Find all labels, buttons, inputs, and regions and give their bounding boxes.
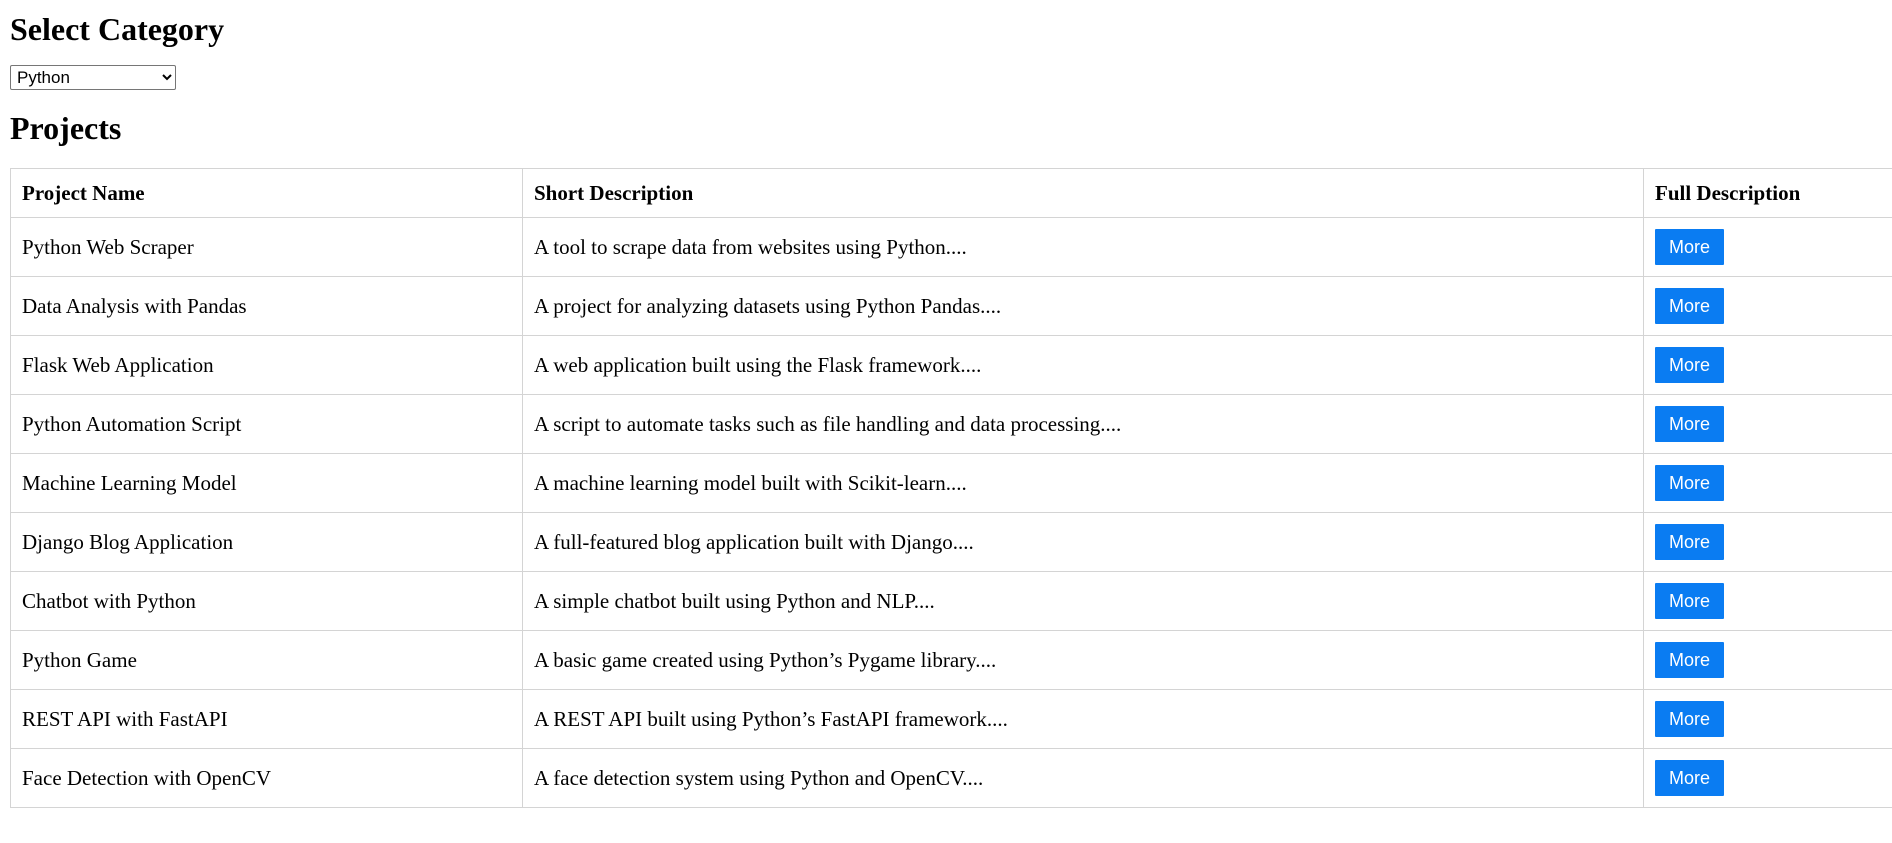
more-button[interactable]: More bbox=[1655, 642, 1724, 678]
column-header-full-description: Full Description bbox=[1643, 168, 1892, 218]
column-header-short-description: Short Description bbox=[522, 168, 1644, 218]
short-description-cell: A machine learning model built with Scik… bbox=[522, 453, 1644, 513]
project-name-cell: Python Web Scraper bbox=[10, 217, 523, 277]
more-button[interactable]: More bbox=[1655, 347, 1724, 383]
more-button[interactable]: More bbox=[1655, 465, 1724, 501]
short-description-cell: A basic game created using Python’s Pyga… bbox=[522, 630, 1644, 690]
full-description-cell: More bbox=[1643, 335, 1892, 395]
more-button[interactable]: More bbox=[1655, 583, 1724, 619]
table-row: REST API with FastAPI A REST API built us… bbox=[10, 689, 1892, 749]
project-name-cell: Python Game bbox=[10, 630, 523, 690]
more-button[interactable]: More bbox=[1655, 760, 1724, 796]
table-row: Django Blog Application A full-featured b… bbox=[10, 512, 1892, 572]
short-description-cell: A project for analyzing datasets using P… bbox=[522, 276, 1644, 336]
table-row: Face Detection with OpenCV A face detecti… bbox=[10, 748, 1892, 808]
project-name-cell: Face Detection with OpenCV bbox=[10, 748, 523, 808]
full-description-cell: More bbox=[1643, 394, 1892, 454]
short-description-cell: A web application built using the Flask … bbox=[522, 335, 1644, 395]
full-description-cell: More bbox=[1643, 217, 1892, 277]
project-name-cell: Machine Learning Model bbox=[10, 453, 523, 513]
short-description-cell: A face detection system using Python and… bbox=[522, 748, 1644, 808]
short-description-cell: A script to automate tasks such as file … bbox=[522, 394, 1644, 454]
full-description-cell: More bbox=[1643, 512, 1892, 572]
projects-table: Project Name Short Description Full Desc… bbox=[10, 168, 1892, 808]
full-description-cell: More bbox=[1643, 689, 1892, 749]
full-description-cell: More bbox=[1643, 453, 1892, 513]
table-row: Flask Web Application A web application b… bbox=[10, 335, 1892, 395]
full-description-cell: More bbox=[1643, 276, 1892, 336]
project-name-cell: Data Analysis with Pandas bbox=[10, 276, 523, 336]
column-header-project-name: Project Name bbox=[10, 168, 523, 218]
short-description-cell: A tool to scrape data from websites usin… bbox=[522, 217, 1644, 277]
full-description-cell: More bbox=[1643, 748, 1892, 808]
projects-table-body: Python Web Scraper A tool to scrape data … bbox=[10, 217, 1892, 808]
more-button[interactable]: More bbox=[1655, 701, 1724, 737]
short-description-cell: A full-featured blog application built w… bbox=[522, 512, 1644, 572]
table-row: Python Game A basic game created using Py… bbox=[10, 630, 1892, 690]
more-button[interactable]: More bbox=[1655, 229, 1724, 265]
select-category-title: Select Category bbox=[10, 11, 225, 47]
more-button[interactable]: More bbox=[1655, 524, 1724, 560]
table-header-row: Project Name Short Description Full Desc… bbox=[10, 168, 1892, 218]
full-description-cell: More bbox=[1643, 630, 1892, 690]
project-name-cell: Python Automation Script bbox=[10, 394, 523, 454]
category-select[interactable]: Python bbox=[10, 65, 176, 90]
more-button[interactable]: More bbox=[1655, 288, 1724, 324]
projects-title: Projects bbox=[10, 110, 122, 146]
project-name-cell: Chatbot with Python bbox=[10, 571, 523, 631]
select-category-section: Select Category bbox=[10, 0, 1892, 58]
table-row: Python Automation Script A script to auto… bbox=[10, 394, 1892, 454]
short-description-cell: A simple chatbot built using Python and … bbox=[522, 571, 1644, 631]
project-name-cell: Django Blog Application bbox=[10, 512, 523, 572]
page: Select Category Python Projects Project … bbox=[0, 0, 1892, 808]
short-description-cell: A REST API built using Python’s FastAPI … bbox=[522, 689, 1644, 749]
table-row: Chatbot with Python A simple chatbot buil… bbox=[10, 571, 1892, 631]
more-button[interactable]: More bbox=[1655, 406, 1724, 442]
table-row: Data Analysis with Pandas A project for a… bbox=[10, 276, 1892, 336]
table-row: Machine Learning Model A machine learning… bbox=[10, 453, 1892, 513]
full-description-cell: More bbox=[1643, 571, 1892, 631]
project-name-cell: REST API with FastAPI bbox=[10, 689, 523, 749]
project-name-cell: Flask Web Application bbox=[10, 335, 523, 395]
table-row: Python Web Scraper A tool to scrape data … bbox=[10, 217, 1892, 277]
projects-section: Projects bbox=[10, 112, 1892, 168]
